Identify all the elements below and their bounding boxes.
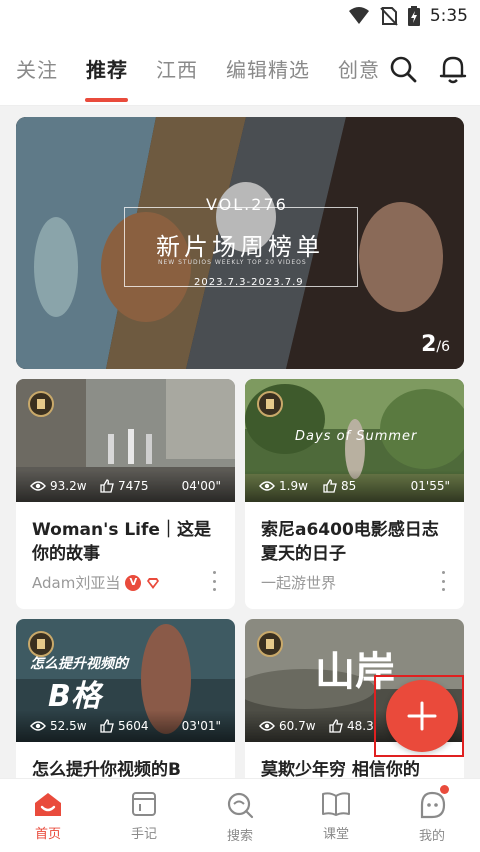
tab-jiangxi[interactable]: 江西 bbox=[156, 54, 198, 83]
nav-search-label: 搜索 bbox=[226, 829, 253, 844]
thumbs-up-icon bbox=[100, 479, 114, 493]
battery-icon bbox=[407, 6, 420, 26]
active-tab-indicator bbox=[85, 98, 128, 102]
thumbs-up-icon bbox=[100, 719, 114, 733]
video-thumbnail: Days of Summer 1.9w 85 01'55" bbox=[245, 379, 464, 502]
category-tabs: 关注 推荐 江西 编辑精选 创意 bbox=[16, 54, 380, 83]
likes-count: 85 bbox=[341, 479, 357, 493]
more-options-icon[interactable] bbox=[209, 571, 219, 591]
creator-badge-icon bbox=[257, 631, 283, 657]
video-thumbnail: 怎么提升视频的 B格 52.5w 5604 03'01" bbox=[16, 619, 235, 742]
bottom-nav: 首页 手记 搜索 课堂 我的 bbox=[0, 778, 480, 852]
home-icon bbox=[35, 793, 61, 816]
search-icon bbox=[227, 792, 254, 819]
profile-icon bbox=[420, 791, 446, 819]
hero-banner[interactable]: VOL.276 新片场周榜单 NEW STUDIOS WEEKLY TOP 20… bbox=[16, 117, 464, 369]
tab-editors-pick[interactable]: 编辑精选 bbox=[226, 54, 310, 83]
nav-home-label: 首页 bbox=[34, 827, 61, 842]
plus-icon bbox=[407, 701, 437, 731]
video-card[interactable]: Days of Summer 1.9w 85 01'55" 索尼a6400电影感… bbox=[245, 379, 464, 609]
wifi-icon bbox=[348, 7, 369, 24]
duration: 04'00" bbox=[181, 479, 221, 493]
banner-date: 2023.7.3-2023.7.9 bbox=[194, 277, 304, 288]
likes-count: 5604 bbox=[118, 719, 149, 733]
notification-dot bbox=[440, 785, 449, 794]
views-stat: 60.7w bbox=[259, 719, 329, 733]
views-stat: 93.2w bbox=[30, 479, 100, 493]
creator-badge-icon bbox=[257, 391, 283, 417]
verified-icon: V bbox=[125, 574, 142, 591]
views-stat: 52.5w bbox=[30, 719, 100, 733]
likes-stat: 85 bbox=[323, 479, 383, 493]
video-title: Woman's Life｜这是你的故事 bbox=[32, 520, 211, 564]
top-nav: 关注 推荐 江西 编辑精选 创意 bbox=[0, 36, 480, 106]
video-thumbnail: 93.2w 7475 04'00" bbox=[16, 379, 235, 502]
tab-recommended[interactable]: 推荐 bbox=[86, 54, 128, 83]
tab-creative[interactable]: 创意 bbox=[338, 54, 380, 83]
status-time: 5:35 bbox=[429, 6, 468, 26]
eye-icon bbox=[259, 721, 275, 731]
video-stats: 52.5w 5604 03'01" bbox=[16, 710, 235, 742]
status-icons: 5:35 bbox=[348, 6, 468, 26]
author[interactable]: 一起游世界 bbox=[261, 572, 336, 593]
views-count: 52.5w bbox=[50, 719, 87, 733]
no-sim-icon bbox=[380, 7, 398, 26]
banner-page-total: /6 bbox=[436, 339, 450, 355]
views-count: 1.9w bbox=[279, 479, 308, 493]
nav-search[interactable]: 搜索 bbox=[192, 779, 288, 852]
eye-icon bbox=[259, 481, 275, 491]
views-count: 60.7w bbox=[279, 719, 316, 733]
create-post-button[interactable] bbox=[386, 680, 458, 752]
search-icon[interactable] bbox=[386, 52, 420, 86]
views-count: 93.2w bbox=[50, 479, 87, 493]
banner-vol: VOL.276 bbox=[206, 195, 288, 214]
creator-badge-icon bbox=[28, 631, 54, 657]
video-stats: 1.9w 85 01'55" bbox=[245, 470, 464, 502]
thumbnail-caption: Days of Summer bbox=[295, 429, 418, 444]
nav-profile[interactable]: 我的 bbox=[384, 779, 480, 852]
app-screen: 5:35 关注 推荐 江西 编辑精选 创意 VOL.276 新片场周榜单 NEW… bbox=[0, 0, 480, 852]
nav-notes[interactable]: 手记 bbox=[96, 779, 192, 852]
more-options-icon[interactable] bbox=[438, 571, 448, 591]
duration: 01'55" bbox=[410, 479, 450, 493]
nav-profile-label: 我的 bbox=[418, 829, 445, 844]
eye-icon bbox=[30, 721, 46, 731]
nav-classroom-label: 课堂 bbox=[322, 827, 349, 842]
author[interactable]: Adam刘亚当 V bbox=[32, 572, 160, 593]
author-name: Adam刘亚当 bbox=[32, 574, 121, 592]
duration: 03'01" bbox=[181, 719, 221, 733]
likes-count: 48.3 bbox=[347, 719, 374, 733]
creator-badge-icon bbox=[28, 391, 54, 417]
thumbs-up-icon bbox=[323, 479, 337, 493]
tab-following[interactable]: 关注 bbox=[16, 54, 58, 83]
status-bar: 5:35 bbox=[0, 0, 480, 36]
author-name: 一起游世界 bbox=[261, 574, 337, 592]
video-card[interactable]: 怎么提升视频的 B格 52.5w 5604 03'01" 怎么提升你视频的B bbox=[16, 619, 235, 789]
banner-page-current: 2 bbox=[421, 332, 437, 357]
eye-icon bbox=[30, 481, 46, 491]
diamond-icon bbox=[147, 577, 160, 589]
likes-stat: 7475 bbox=[100, 479, 176, 493]
banner-page-counter: 2/6 bbox=[421, 332, 450, 357]
nav-classroom[interactable]: 课堂 bbox=[288, 779, 384, 852]
likes-count: 7475 bbox=[118, 479, 149, 493]
thumbnail-caption-line-2: B格 bbox=[48, 679, 101, 714]
book-icon bbox=[322, 792, 350, 816]
bell-icon[interactable] bbox=[436, 52, 470, 86]
banner-subtitle: NEW STUDIOS WEEKLY TOP 20 VIDEOS bbox=[158, 259, 307, 266]
likes-stat: 5604 bbox=[100, 719, 176, 733]
banner-title: 新片场周榜单 bbox=[156, 233, 324, 261]
nav-home[interactable]: 首页 bbox=[0, 779, 96, 852]
notebook-icon bbox=[132, 792, 156, 816]
video-stats: 93.2w 7475 04'00" bbox=[16, 470, 235, 502]
thumbnail-caption: 山岸 bbox=[315, 649, 395, 695]
video-card[interactable]: 93.2w 7475 04'00" Woman's Life｜这是你的故事 Ad… bbox=[16, 379, 235, 609]
nav-notes-label: 手记 bbox=[130, 827, 157, 842]
views-stat: 1.9w bbox=[259, 479, 323, 493]
video-title: 索尼a6400电影感日志 夏天的日子 bbox=[261, 520, 439, 564]
thumbs-up-icon bbox=[329, 719, 343, 733]
